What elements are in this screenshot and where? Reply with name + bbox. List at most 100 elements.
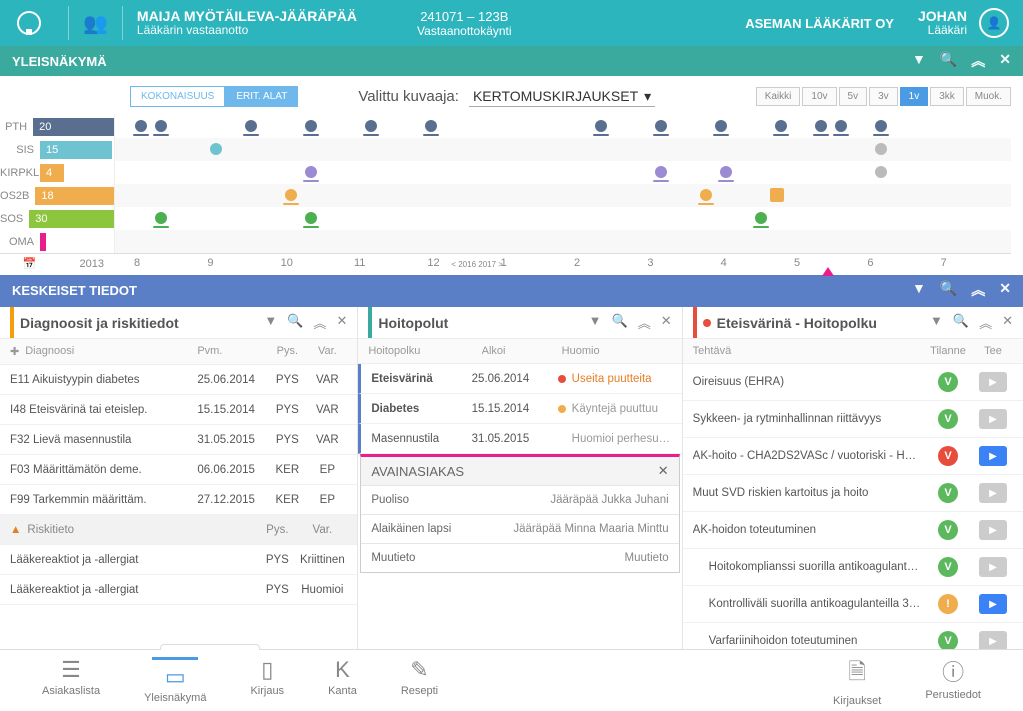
timeline-event[interactable] <box>655 120 667 132</box>
filter-icon[interactable]: ▼ <box>912 280 926 300</box>
filter-icon[interactable]: ▼ <box>930 313 943 332</box>
timeline-event[interactable] <box>595 120 607 132</box>
add-icon[interactable]: ✚ <box>10 345 19 358</box>
task-row[interactable]: AK-hoito - CHA2DS2VASc / vuotoriski - HA… <box>683 438 1023 475</box>
diag-row[interactable]: I48 Eteisvärinä tai eteislep.15.15.2014P… <box>0 395 357 425</box>
path-row[interactable]: Diabetes15.15.2014Käyntejä puuttuu <box>358 394 681 424</box>
tl-bar-KIRPKL[interactable]: 4 <box>40 164 64 182</box>
filter-icon[interactable]: ▼ <box>912 51 926 71</box>
play-button[interactable]: ▶ <box>979 520 1007 540</box>
collapse-icon[interactable]: ︽ <box>971 51 985 71</box>
time-5v[interactable]: 5v <box>839 87 868 106</box>
diag-row[interactable]: F32 Lievä masennustila31.05.2015PYSVAR <box>0 425 357 455</box>
filter-icon[interactable]: ▼ <box>264 313 277 332</box>
tl-bar-SOS[interactable]: 30 <box>29 210 114 228</box>
timeline-event[interactable] <box>305 212 317 224</box>
close-icon[interactable]: ✕ <box>999 280 1011 300</box>
time-3v[interactable]: 3v <box>869 87 898 106</box>
play-button[interactable]: ▶ <box>979 483 1007 503</box>
close-icon[interactable]: ✕ <box>999 51 1011 71</box>
close-icon[interactable]: ✕ <box>658 463 669 479</box>
nav-yleisnäkymä[interactable]: ▭Yleisnäkymä <box>144 657 206 704</box>
task-row[interactable]: Oireisuus (EHRA)V▶ <box>683 364 1023 401</box>
diag-row[interactable]: F03 Määrittämätön deme.06.06.2015KEREP <box>0 455 357 485</box>
patients-icon[interactable]: 👥 <box>83 11 108 36</box>
timeline-event[interactable] <box>775 120 787 132</box>
tl-bar-SIS[interactable]: 15 <box>40 141 112 159</box>
time-Muok.[interactable]: Muok. <box>966 87 1011 106</box>
timeline-event[interactable] <box>875 166 887 178</box>
timeline-event[interactable] <box>755 212 767 224</box>
timeline-event[interactable] <box>655 166 667 178</box>
play-button[interactable]: ▶ <box>979 557 1007 577</box>
app-logo[interactable] <box>14 8 44 38</box>
play-button[interactable]: ▶ <box>979 594 1007 614</box>
timeline-event[interactable] <box>815 120 827 132</box>
diag-row[interactable]: F99 Tarkemmin määrittäm.27.12.2015KEREP <box>0 485 357 515</box>
time-Kaikki[interactable]: Kaikki <box>756 87 801 106</box>
play-button[interactable]: ▶ <box>979 409 1007 429</box>
timeline-event[interactable] <box>715 120 727 132</box>
play-button[interactable]: ▶ <box>979 631 1007 651</box>
collapse-icon[interactable]: ︽ <box>313 313 326 332</box>
timeline-event[interactable] <box>365 120 377 132</box>
timeline-event[interactable] <box>245 120 257 132</box>
search-icon[interactable]: 🔍 <box>612 313 628 332</box>
time-1v[interactable]: 1v <box>900 87 929 106</box>
timeline-event[interactable] <box>135 120 147 132</box>
tl-bar-PTH[interactable]: 20 <box>33 118 114 136</box>
task-row[interactable]: Kontrolliväli suorilla antikoagulanteill… <box>683 586 1023 623</box>
overview-header: YLEISNÄKYMÄ ▼ 🔍 ︽ ✕ <box>0 46 1023 76</box>
close-icon[interactable]: ✕ <box>1002 313 1013 332</box>
nav-asiakaslista[interactable]: ☰Asiakaslista <box>42 657 100 704</box>
task-row[interactable]: AK-hoidon toteutuminenV▶ <box>683 512 1023 549</box>
task-row[interactable]: Muut SVD riskien kartoitus ja hoitoV▶ <box>683 475 1023 512</box>
collapse-icon[interactable]: ︽ <box>638 313 651 332</box>
nav-kirjaukset[interactable]: 🗎Kirjaukset <box>833 655 881 707</box>
timeline-event[interactable] <box>875 120 887 132</box>
close-icon[interactable]: ✕ <box>661 313 672 332</box>
nav-resepti[interactable]: ✎Resepti <box>401 657 438 704</box>
timeline-event[interactable] <box>155 212 167 224</box>
collapse-icon[interactable]: ︽ <box>979 313 992 332</box>
nav-kirjaus[interactable]: ▯Kirjaus <box>250 657 284 704</box>
toggle-erit-alat[interactable]: ERIT. ALAT <box>225 86 298 107</box>
timeline-event[interactable] <box>425 120 437 132</box>
collapse-icon[interactable]: ︽ <box>971 280 985 300</box>
search-icon[interactable]: 🔍 <box>940 51 957 71</box>
chart-selector[interactable]: KERTOMUSKIRJAUKSET ▾ <box>469 87 655 107</box>
timeline-event[interactable] <box>700 189 712 201</box>
risk-row[interactable]: Lääkereaktiot ja -allergiatPYSHuomioi <box>0 575 357 605</box>
task-row[interactable]: Sykkeen- ja rytminhallinnan riittävyysV▶ <box>683 401 1023 438</box>
path-row[interactable]: Masennustila31.05.2015Huomioi perhesuhte… <box>358 424 681 454</box>
timeline-event[interactable] <box>305 120 317 132</box>
search-icon[interactable]: 🔍 <box>953 313 969 332</box>
search-icon[interactable]: 🔍 <box>287 313 303 332</box>
nav-kanta[interactable]: KKanta <box>328 657 357 704</box>
timeline-event[interactable] <box>770 188 784 202</box>
path-row[interactable]: Eteisvärinä25.06.2014Useita puutteita <box>358 364 681 394</box>
search-icon[interactable]: 🔍 <box>940 280 957 300</box>
time-10v[interactable]: 10v <box>802 87 836 106</box>
tl-bar-OMA[interactable]: 0 <box>40 233 46 251</box>
nav-perustiedot[interactable]: ⓘPerustiedot <box>925 655 981 707</box>
timeline-marker[interactable] <box>822 267 834 276</box>
close-icon[interactable]: ✕ <box>336 313 347 332</box>
timeline-event[interactable] <box>155 120 167 132</box>
risk-row[interactable]: Lääkereaktiot ja -allergiatPYSKriittinen <box>0 545 357 575</box>
timeline-event[interactable] <box>210 143 222 155</box>
user-avatar[interactable]: 👤 <box>979 8 1009 38</box>
tl-bar-OS2B[interactable]: 18 <box>35 187 114 205</box>
filter-icon[interactable]: ▼ <box>589 313 602 332</box>
timeline-event[interactable] <box>305 166 317 178</box>
timeline-event[interactable] <box>875 143 887 155</box>
timeline-event[interactable] <box>720 166 732 178</box>
task-row[interactable]: Hoitokomplianssi suorilla antikoagulante… <box>683 549 1023 586</box>
toggle-kokonaisuus[interactable]: KOKONAISUUS <box>130 86 225 107</box>
timeline-event[interactable] <box>285 189 297 201</box>
play-button[interactable]: ▶ <box>979 446 1007 466</box>
diag-row[interactable]: E11 Aikuistyypin diabetes25.06.2014PYSVA… <box>0 365 357 395</box>
timeline-event[interactable] <box>835 120 847 132</box>
time-3kk[interactable]: 3kk <box>930 87 964 106</box>
play-button[interactable]: ▶ <box>979 372 1007 392</box>
